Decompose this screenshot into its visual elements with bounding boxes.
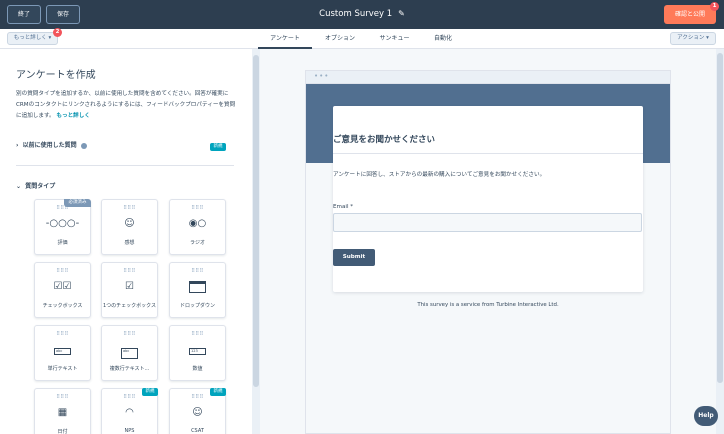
submit-button[interactable]: Submit xyxy=(333,249,375,266)
tab-survey[interactable]: アンケート xyxy=(258,29,312,49)
review-publish-label: 確認と公開 xyxy=(674,11,705,18)
drag-handle-icon[interactable]: ⠿⠿⠿ xyxy=(35,394,90,400)
question-type-rating[interactable]: 必須済み ⠿⠿⠿ -○○○- 評価 xyxy=(34,199,91,255)
survey-title[interactable]: Custom Survey 1 xyxy=(319,9,392,19)
smiley-icon: ☺ xyxy=(192,407,203,418)
smiley-icon: ☺ xyxy=(124,218,135,229)
question-type-sentiment[interactable]: ⠿⠿⠿ ☺ 感想 xyxy=(101,199,158,255)
review-publish-button[interactable]: 確認と公開 1 xyxy=(664,2,719,24)
learn-more-badge: 2 xyxy=(53,28,62,37)
multi-line-text-icon: abc xyxy=(102,344,157,359)
divider xyxy=(16,165,234,166)
question-type-number[interactable]: ⠿⠿⠿ 123 数値 xyxy=(169,325,226,381)
single-line-text-icon: abc xyxy=(35,344,90,356)
pencil-icon[interactable]: ✎ xyxy=(398,9,405,18)
drag-handle-icon[interactable]: ⠿⠿⠿ xyxy=(170,394,225,400)
question-type-multi-line-text[interactable]: ⠿⠿⠿ abc 複数行テキスト... xyxy=(101,325,158,381)
learn-more-link[interactable]: もっと詳しく xyxy=(56,113,90,119)
question-type-label: ラジオ xyxy=(190,240,205,246)
question-type-label: ドロップダウン xyxy=(179,303,215,309)
help-button[interactable]: Help xyxy=(694,406,718,426)
field-sample-text: 123 xyxy=(189,348,206,355)
drag-handle-icon[interactable]: ⠿⠿⠿ xyxy=(170,205,225,211)
question-type-label: 1つのチェックボックス xyxy=(102,303,157,309)
drag-handle-icon[interactable]: ⠿⠿⠿ xyxy=(102,205,157,211)
drag-handle-icon[interactable]: ⠿⠿⠿ xyxy=(102,394,157,400)
previous-questions-toggle[interactable]: › 以前に使用した質問 xyxy=(16,140,87,149)
question-type-label: NPS xyxy=(124,428,135,434)
question-type-label: 複数行テキスト... xyxy=(109,366,150,372)
preview-window-bar: ••• xyxy=(306,71,670,84)
question-types-label: 質問タイプ xyxy=(25,183,56,190)
email-label: Email * xyxy=(333,204,354,210)
window-dots-icon: ••• xyxy=(314,72,330,80)
publish-badge: 1 xyxy=(710,2,719,11)
tab-automation[interactable]: 自動化 xyxy=(424,29,462,49)
question-type-label: 感想 xyxy=(124,240,135,246)
learn-more-button[interactable]: もっと詳しく ▾ 2 xyxy=(7,28,62,45)
survey-footer: This survey is a service from Turbine In… xyxy=(417,302,559,308)
email-field[interactable] xyxy=(333,213,642,232)
drag-handle-icon[interactable]: ⠿⠿⠿ xyxy=(35,268,90,274)
question-type-label: 単行テキスト xyxy=(47,366,78,372)
calendar-icon: ▦ xyxy=(57,407,68,418)
question-type-label: 日付 xyxy=(57,429,68,434)
tab-options[interactable]: オプション xyxy=(319,29,361,49)
single-checkbox-icon: ☑ xyxy=(125,281,134,292)
field-sample-text: abc xyxy=(121,348,138,359)
previous-questions-label: 以前に使用した質問 xyxy=(22,142,77,149)
learn-more-label: もっと詳しく ▾ xyxy=(13,35,52,41)
divider xyxy=(333,153,643,154)
question-panel: アンケートを作成 別の質問タイプを追加するか、以前に使用した質問を含めてください… xyxy=(0,49,252,434)
rating-icon: -○○○- xyxy=(45,218,80,229)
right-scrollbar[interactable] xyxy=(716,49,724,434)
drag-handle-icon[interactable]: ⠿⠿⠿ xyxy=(170,331,225,337)
top-bar: 終了 保存 Custom Survey 1 ✎ 確認と公開 1 xyxy=(0,0,724,29)
survey-title-area[interactable]: Custom Survey 1 ✎ xyxy=(0,9,724,19)
survey-heading: ご意見をお聞かせください xyxy=(333,135,436,145)
question-type-nps[interactable]: 新規 ⠿⠿⠿ ◠ NPS xyxy=(101,388,158,434)
question-type-label: CSAT xyxy=(191,428,204,434)
question-type-single-checkbox[interactable]: ⠿⠿⠿ ☑ 1つのチェックボックス xyxy=(101,262,158,318)
drag-handle-icon[interactable]: ⠿⠿⠿ xyxy=(35,331,90,337)
question-type-radio[interactable]: ⠿⠿⠿ ◉○ ラジオ xyxy=(169,199,226,255)
drag-handle-icon[interactable]: ⠿⠿⠿ xyxy=(102,268,157,274)
question-type-dropdown[interactable]: ⠿⠿⠿ ドロップダウン xyxy=(169,262,226,318)
question-type-date[interactable]: ⠿⠿⠿ ▦ 日付 xyxy=(34,388,91,434)
survey-description: アンケートに回答し、ストアからの最新の購入についてご意見をお聞かせください。 xyxy=(333,172,546,178)
radio-icon: ◉○ xyxy=(188,218,207,229)
left-scrollbar[interactable] xyxy=(252,49,260,434)
chevron-down-icon: ⌄ xyxy=(16,183,22,190)
info-icon[interactable] xyxy=(80,142,87,149)
chevron-right-icon: › xyxy=(16,142,19,149)
question-type-label: 評価 xyxy=(57,240,68,246)
tab-bar: もっと詳しく ▾ 2 アンケート オプション サンキュー 自動化 アクション ▾ xyxy=(0,28,724,49)
question-type-label: チェックボックス xyxy=(42,303,83,309)
panel-description: 別の質問タイプを追加するか、以前に使用した質問を含めてください。回答が確実にCR… xyxy=(16,89,238,122)
actions-button[interactable]: アクション ▾ xyxy=(670,32,716,45)
tab-thank-you[interactable]: サンキュー xyxy=(372,29,417,49)
field-sample-text: abc xyxy=(54,348,71,355)
drag-handle-icon[interactable]: ⠿⠿⠿ xyxy=(35,205,90,211)
scrollbar-thumb[interactable] xyxy=(717,53,723,383)
question-type-csat[interactable]: 新規 ⠿⠿⠿ ☺ CSAT xyxy=(169,388,226,434)
panel-description-text: 別の質問タイプを追加するか、以前に使用した質問を含めてください。回答が確実にCR… xyxy=(16,91,236,119)
question-type-single-line-text[interactable]: ⠿⠿⠿ abc 単行テキスト xyxy=(34,325,91,381)
survey-card: ご意見をお聞かせください アンケートに回答し、ストアからの最新の購入についてご意… xyxy=(333,106,643,292)
panel-title: アンケートを作成 xyxy=(16,70,96,81)
scrollbar-thumb[interactable] xyxy=(253,55,259,387)
checkbox-icon: ☑☑ xyxy=(53,281,72,292)
drag-handle-icon[interactable]: ⠿⠿⠿ xyxy=(102,331,157,337)
gauge-icon: ◠ xyxy=(125,407,134,418)
question-type-label: 数値 xyxy=(192,366,203,372)
dropdown-icon xyxy=(170,281,225,293)
new-badge: 新規 xyxy=(210,143,226,151)
drag-handle-icon[interactable]: ⠿⠿⠿ xyxy=(170,268,225,274)
question-type-checkbox[interactable]: ⠿⠿⠿ ☑☑ チェックボックス xyxy=(34,262,91,318)
question-types-toggle[interactable]: ⌄ 質問タイプ xyxy=(16,181,55,190)
number-icon: 123 xyxy=(170,344,225,356)
